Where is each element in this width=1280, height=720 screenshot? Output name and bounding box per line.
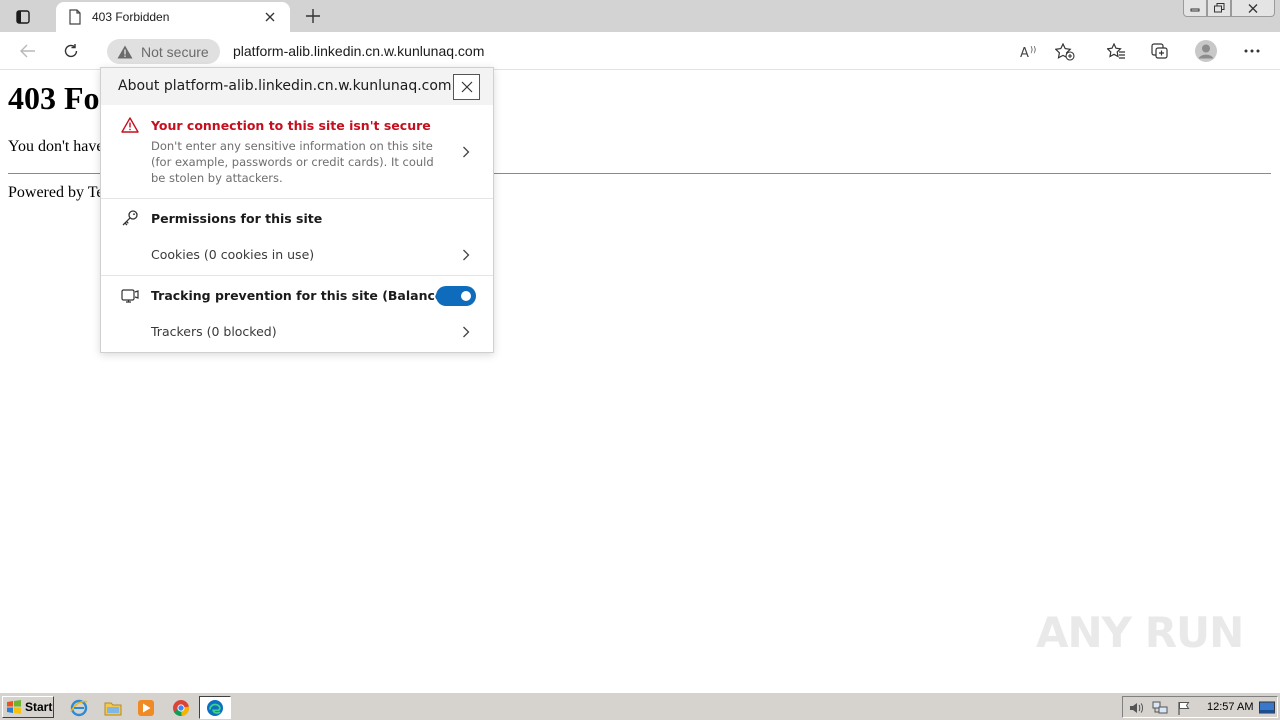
warning-icon [121, 117, 139, 137]
back-button[interactable] [13, 36, 43, 66]
network-icon[interactable] [1152, 700, 1168, 716]
restore-button[interactable] [1207, 0, 1231, 17]
section-divider [101, 198, 493, 199]
refresh-icon [64, 44, 78, 58]
more-icon [1244, 49, 1260, 53]
security-status-label: Not secure [141, 43, 209, 60]
favorites-icon [1107, 43, 1125, 59]
page-heading: 403 Fo [8, 80, 100, 116]
flyout-header: About platform-alib.linkedin.cn.w.kunlun… [101, 68, 493, 105]
action-center-flag-icon[interactable] [1176, 700, 1192, 716]
system-tray: 12:57 AM [1122, 696, 1278, 718]
tab-strip: 403 Forbidden [0, 0, 1280, 32]
profile-button[interactable] [1191, 36, 1221, 66]
minimize-icon [1190, 8, 1200, 12]
read-aloud-button[interactable]: A)) [1016, 39, 1042, 65]
chrome-icon [173, 700, 190, 717]
connection-warning-row[interactable]: Your connection to this site isn't secur… [101, 105, 493, 198]
plus-icon [306, 9, 320, 23]
trackers-label: Trackers (0 blocked) [151, 324, 277, 339]
show-desktop-icon[interactable] [1259, 700, 1275, 716]
taskbar-clock[interactable]: 12:57 AM [1207, 701, 1253, 713]
chevron-right-icon [459, 145, 473, 159]
windows-logo-icon [7, 700, 21, 714]
favorites-button[interactable] [1101, 36, 1131, 66]
site-info-button[interactable]: Not secure [107, 39, 220, 64]
add-favorite-button[interactable] [1052, 39, 1078, 65]
tracking-prevention-icon [121, 288, 139, 308]
close-icon [265, 12, 275, 22]
explorer-taskbar-button[interactable] [102, 697, 124, 719]
watermark-text: ANY RUN [1036, 608, 1244, 657]
close-icon [461, 81, 472, 93]
tracking-prevention-title: Tracking prevention for this site (Balan… [151, 288, 459, 303]
svg-text:A: A [1020, 46, 1029, 60]
section-divider [101, 275, 493, 276]
permissions-title: Permissions for this site [151, 211, 323, 226]
chrome-taskbar-button[interactable] [170, 697, 192, 719]
svg-text:)): )) [1030, 45, 1036, 54]
media-player-taskbar-button[interactable] [135, 697, 157, 719]
add-favorite-icon [1055, 43, 1075, 61]
taskbar: Start 12:57 AM [0, 692, 1280, 720]
collections-icon [1151, 43, 1168, 59]
more-button[interactable] [1237, 36, 1267, 66]
address-bar[interactable]: Not secure platform-alib.linkedin.cn.w.k… [102, 36, 1082, 66]
collections-button[interactable] [1145, 36, 1175, 66]
chevron-right-icon [459, 248, 473, 262]
explorer-icon [104, 702, 122, 716]
cookies-row[interactable]: Cookies (0 cookies in use) [101, 238, 493, 274]
warning-triangle-icon [117, 45, 133, 58]
tab-actions-icon [16, 10, 30, 24]
warning-title: Your connection to this site isn't secur… [151, 118, 431, 133]
anyrun-watermark: ANY RUN [1036, 608, 1244, 657]
page-footer: Powered by Te [8, 184, 104, 201]
trackers-row[interactable]: Trackers (0 blocked) [101, 315, 493, 351]
ie-icon [70, 699, 88, 717]
edge-taskbar-icon-wrap[interactable] [204, 697, 226, 719]
new-tab-button[interactable] [302, 6, 324, 26]
tab-title: 403 Forbidden [92, 10, 170, 24]
window-close-button[interactable] [1231, 0, 1275, 17]
cookies-label: Cookies (0 cookies in use) [151, 247, 315, 262]
start-label: Start [25, 700, 53, 714]
media-player-icon [138, 700, 154, 716]
key-icon [121, 210, 139, 230]
url-text[interactable]: platform-alib.linkedin.cn.w.kunlunaq.com [233, 43, 484, 59]
close-icon [1248, 3, 1258, 13]
warning-description: Don't enter any sensitive information on… [151, 139, 434, 185]
start-button[interactable]: Start [2, 696, 54, 718]
minimize-button[interactable] [1183, 0, 1207, 17]
edge-icon [207, 700, 223, 716]
refresh-button[interactable] [56, 36, 86, 66]
tab-close-button[interactable] [262, 9, 278, 25]
browser-toolbar: Not secure platform-alib.linkedin.cn.w.k… [0, 32, 1280, 70]
page-message: You don't have [8, 138, 104, 155]
toggle-knob [461, 291, 471, 301]
flyout-title: About platform-alib.linkedin.cn.w.kunlun… [118, 78, 452, 94]
volume-icon[interactable] [1128, 700, 1144, 716]
ie-taskbar-button[interactable] [68, 697, 90, 719]
profile-icon [1195, 40, 1217, 62]
page-icon [68, 9, 82, 30]
back-icon [20, 44, 35, 58]
read-aloud-icon: A)) [1020, 45, 1036, 60]
site-info-flyout: About platform-alib.linkedin.cn.w.kunlun… [100, 67, 494, 353]
tracking-prevention-toggle[interactable] [436, 286, 476, 306]
flyout-close-button[interactable] [453, 74, 480, 100]
tab-actions-button[interactable] [8, 6, 38, 28]
chevron-right-icon [459, 325, 473, 339]
restore-icon [1213, 3, 1224, 13]
browser-tab[interactable]: 403 Forbidden [56, 2, 290, 32]
